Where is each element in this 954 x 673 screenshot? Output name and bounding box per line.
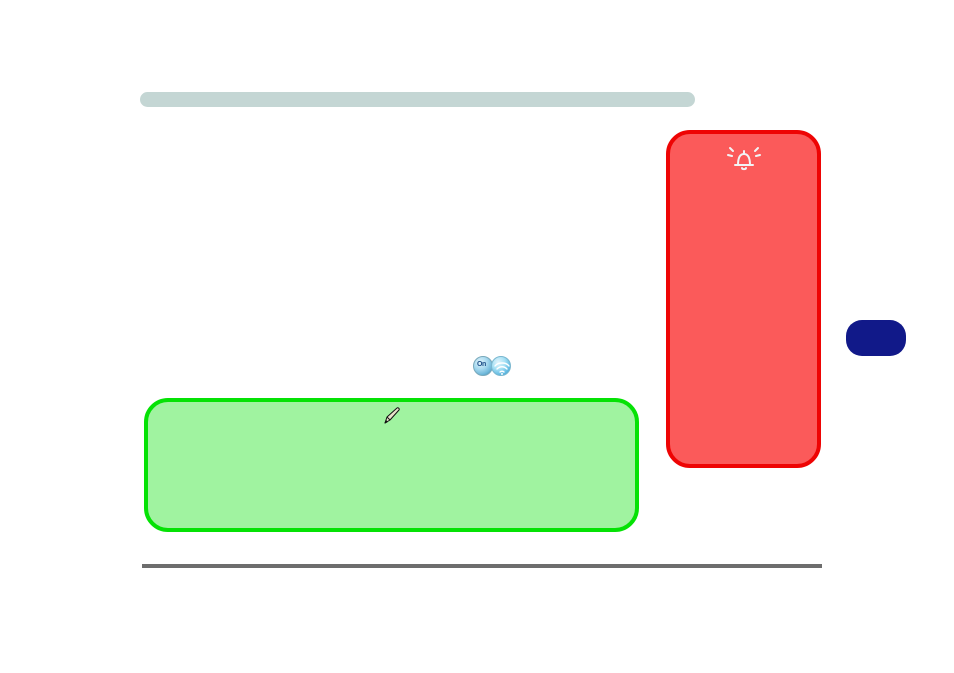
alert-panel[interactable] [666,130,821,468]
on-badge-icon: On [473,356,493,376]
pen-icon [382,406,402,426]
divider [142,564,822,568]
top-bar [140,92,695,107]
alarm-bell-icon [727,144,761,172]
on-badge-label: On [477,361,486,368]
canvas: On [0,0,954,673]
side-action-pill[interactable] [846,320,906,356]
status-badges: On [473,355,513,377]
wifi-badge-icon [491,356,511,376]
